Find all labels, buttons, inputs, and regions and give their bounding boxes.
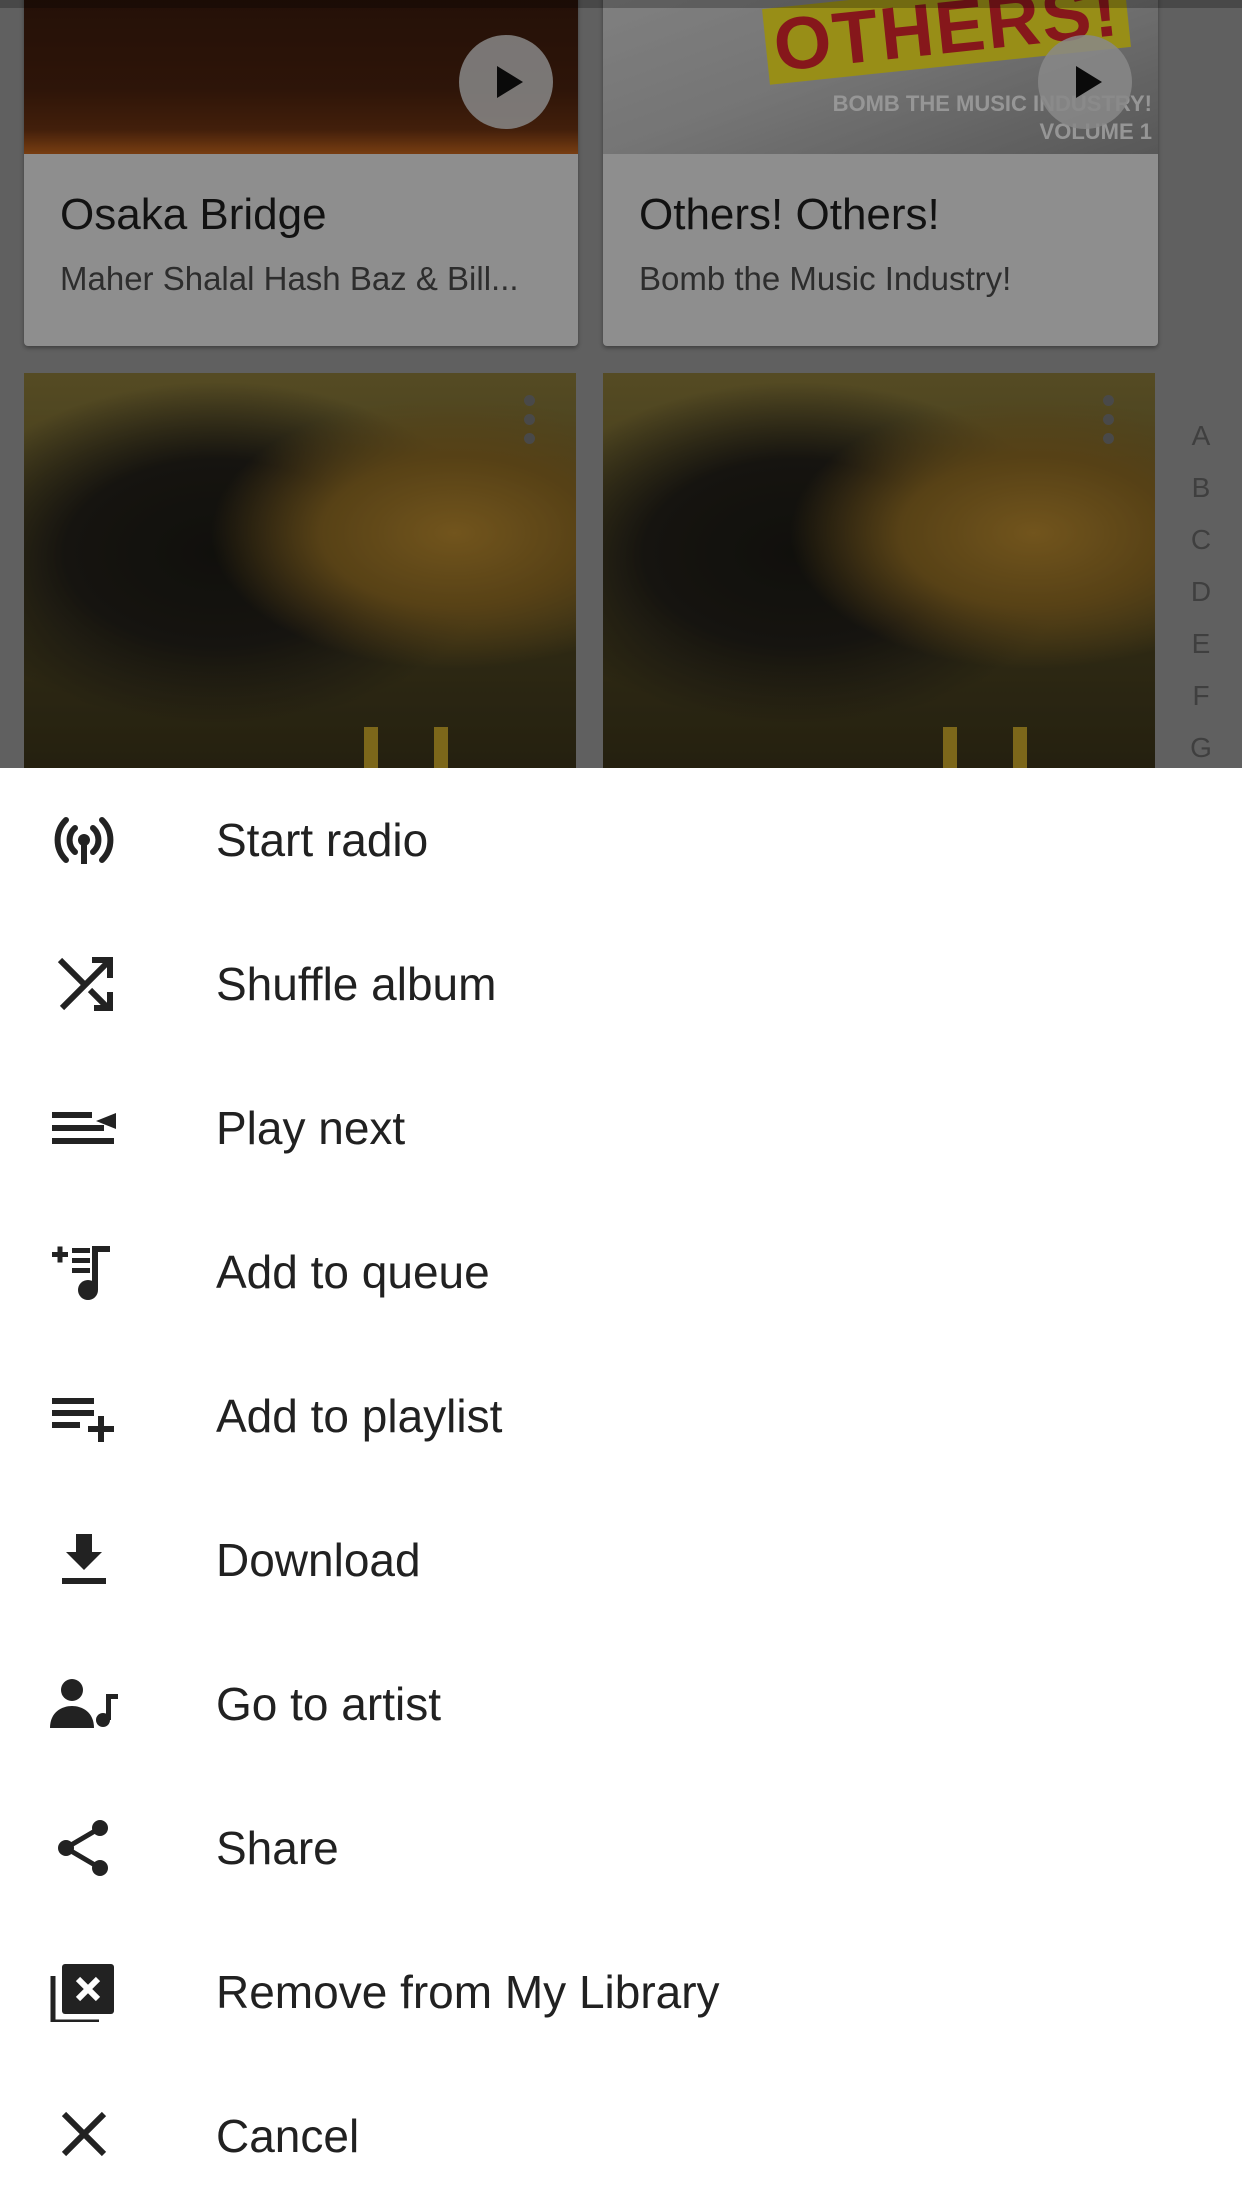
menu-item-shuffle-album[interactable]: Shuffle album [0,912,1242,1056]
play-next-icon [52,1112,116,1144]
menu-label: Play next [216,1102,406,1154]
radio-icon [54,817,114,864]
menu-label: Share [216,1822,339,1874]
close-icon [61,2111,107,2157]
menu-item-add-to-queue[interactable]: Add to queue [0,1200,1242,1344]
menu-label: Start radio [216,814,429,866]
menu-label: Download [216,1534,421,1586]
playlist-add-icon [52,1398,114,1442]
menu-item-download[interactable]: Download [0,1488,1242,1632]
add-to-queue-icon [52,1246,110,1300]
menu-item-share[interactable]: Share [0,1776,1242,1920]
menu-label: Add to queue [216,1246,490,1298]
menu-item-play-next[interactable]: Play next [0,1056,1242,1200]
share-icon [58,1820,108,1876]
menu-item-cancel[interactable]: Cancel [0,2064,1242,2208]
menu-item-remove-from-library[interactable]: Remove from My Library [0,1920,1242,2064]
top-shadow [0,0,1242,8]
artist-icon [50,1679,118,1728]
remove-library-icon [50,1964,114,2022]
menu-item-add-to-playlist[interactable]: Add to playlist [0,1344,1242,1488]
menu-label: Cancel [216,2110,360,2162]
dim-overlay[interactable] [0,0,1242,770]
shuffle-icon [57,957,113,1011]
menu-item-start-radio[interactable]: Start radio [0,768,1242,912]
menu-label: Remove from My Library [216,1966,720,2018]
download-icon [62,1534,106,1584]
menu-item-go-to-artist[interactable]: Go to artist [0,1632,1242,1776]
album-options-sheet: Start radio Shuffle album Play next Add … [0,768,1242,2208]
menu-label: Go to artist [216,1678,441,1730]
menu-label: Shuffle album [216,958,497,1010]
menu-label: Add to playlist [216,1390,503,1442]
